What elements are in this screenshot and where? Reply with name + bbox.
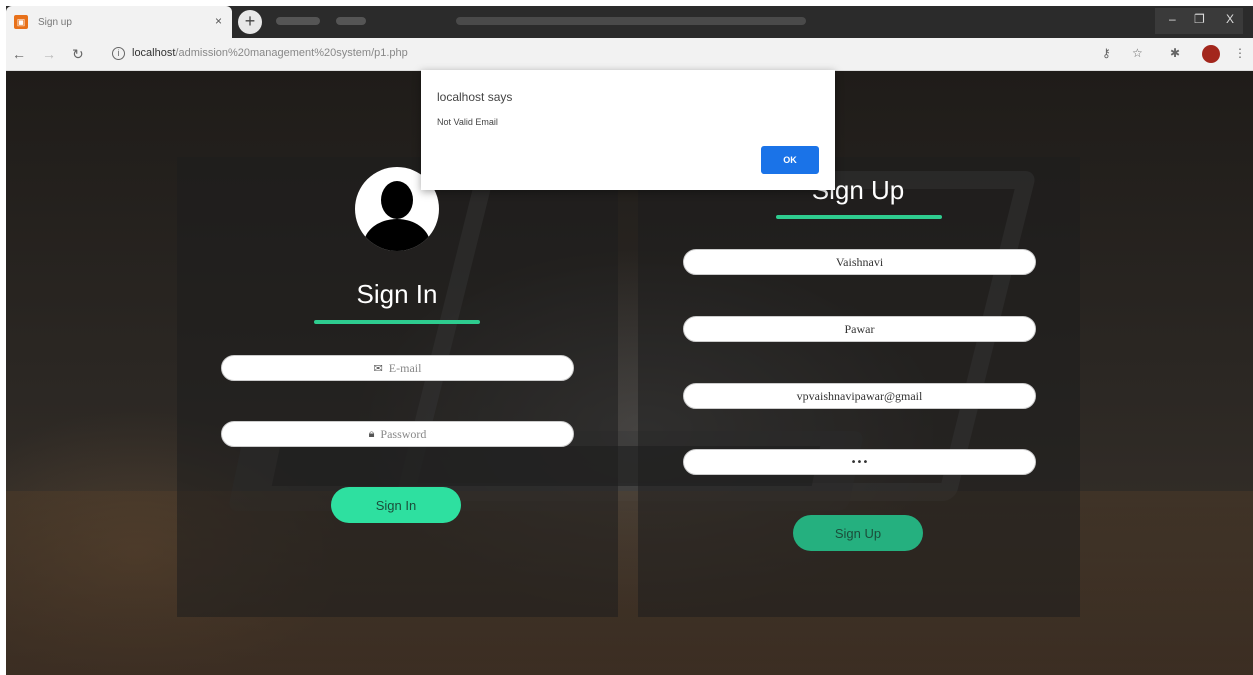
sign-in-button[interactable]: Sign In: [331, 487, 461, 523]
sign-up-underline: [776, 215, 942, 219]
avatar-head: [381, 181, 413, 219]
maximize-icon[interactable]: ❐: [1194, 12, 1205, 26]
lock-icon: 🔒︎: [368, 427, 375, 440]
minimize-icon[interactable]: –: [1169, 12, 1176, 26]
sign-in-email-input[interactable]: ✉ E-mail: [221, 355, 574, 381]
key-icon[interactable]: ⚷: [1102, 46, 1111, 60]
sign-in-password-input[interactable]: 🔒︎ Password: [221, 421, 574, 447]
sign-in-underline: [314, 320, 480, 324]
new-tab-button[interactable]: +: [238, 10, 262, 34]
forward-icon[interactable]: →: [42, 46, 56, 62]
browser-tab-bar: ▣ Sign up × + – ❐ X: [6, 6, 1253, 38]
sign-up-password-input[interactable]: •••: [683, 449, 1036, 475]
url-path: /admission%20management%20system/p1.php: [175, 47, 408, 59]
url-host: localhost: [132, 47, 176, 59]
star-icon[interactable]: ☆: [1132, 46, 1143, 60]
back-icon[interactable]: ←: [12, 46, 26, 62]
sign-up-email-input[interactable]: vpvaishnavipawar@gmail: [683, 383, 1036, 409]
last-name-input[interactable]: Pawar: [683, 316, 1036, 342]
profile-avatar[interactable]: [1202, 45, 1220, 63]
blurred-window-title: [456, 17, 806, 25]
avatar-body: [364, 219, 430, 251]
menu-icon[interactable]: ⋮: [1234, 46, 1246, 60]
tab-sign-up[interactable]: ▣ Sign up ×: [6, 6, 232, 38]
first-name-input[interactable]: Vaishnavi: [683, 249, 1036, 275]
envelope-icon: ✉: [373, 361, 383, 375]
dialog-ok-button[interactable]: OK: [761, 146, 819, 174]
browser-toolbar: ← → ↻ i localhost/admission%20management…: [6, 38, 1253, 71]
address-bar[interactable]: localhost/admission%20management%20syste…: [132, 47, 408, 59]
dialog-message: Not Valid Email: [437, 117, 498, 127]
sign-in-heading: Sign In: [356, 279, 438, 309]
blurred-tab: [276, 17, 320, 25]
site-favicon-icon: ▣: [14, 15, 28, 29]
close-window-icon[interactable]: X: [1226, 12, 1234, 26]
blurred-tab: [336, 17, 366, 25]
alert-dialog: localhost says Not Valid Email OK: [421, 70, 835, 190]
extensions-icon[interactable]: ✱: [1170, 46, 1180, 60]
email-placeholder: E-mail: [388, 360, 422, 375]
tab-close-icon[interactable]: ×: [215, 14, 222, 28]
reload-icon[interactable]: ↻: [72, 46, 84, 63]
password-placeholder: Password: [380, 426, 427, 441]
sign-up-button[interactable]: Sign Up: [793, 515, 923, 551]
dialog-title: localhost says: [437, 90, 513, 104]
site-info-icon[interactable]: i: [112, 47, 125, 60]
tab-title: Sign up: [38, 16, 72, 28]
